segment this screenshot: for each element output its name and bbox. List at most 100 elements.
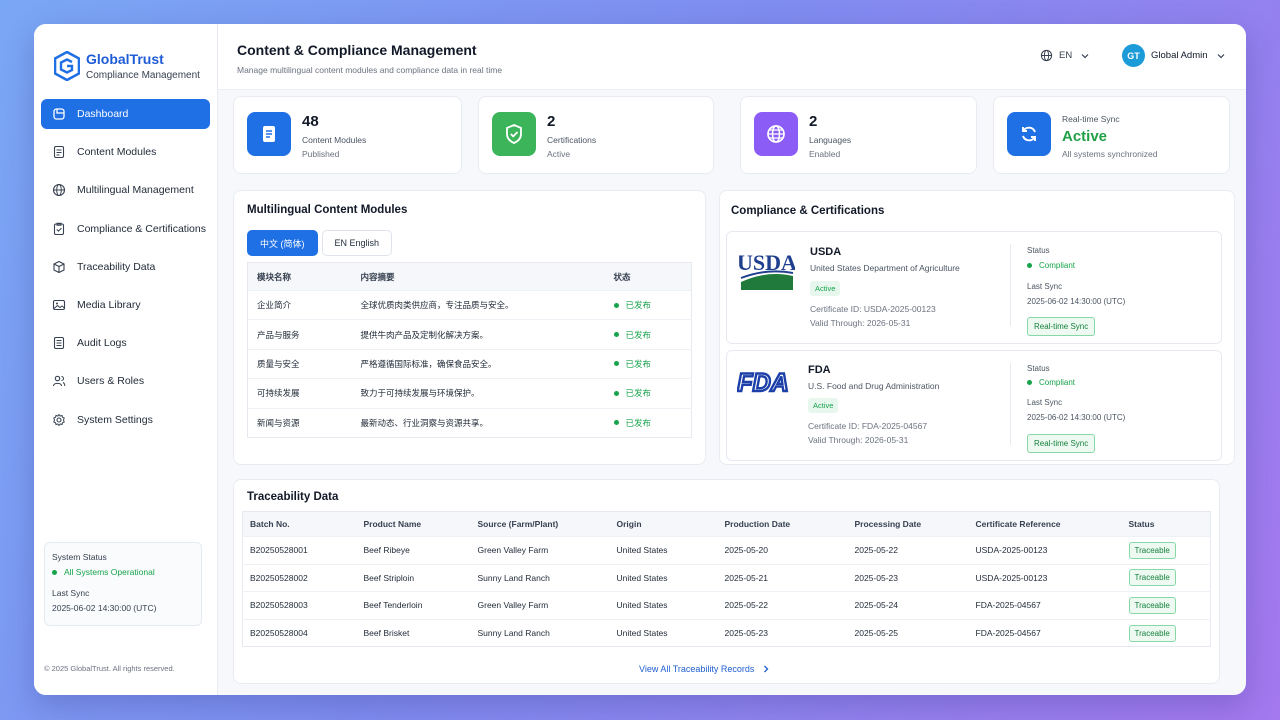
- origin: United States: [609, 618, 718, 647]
- sidebar-item-audit-logs[interactable]: Audit Logs: [41, 328, 210, 358]
- shield-check-icon: [492, 112, 536, 156]
- system-status-panel: System Status All Systems Operational La…: [44, 542, 202, 626]
- table-row[interactable]: 质量与安全 严格遵循国际标准，确保食品安全。 已发布: [247, 348, 692, 379]
- sidebar-item-users[interactable]: Users & Roles: [41, 366, 210, 396]
- main-content: Content & Compliance Management Manage m…: [218, 24, 1246, 695]
- gear-icon: [52, 413, 66, 427]
- view-all-traceability-link[interactable]: View All Traceability Records: [639, 664, 770, 674]
- sidebar-item-media[interactable]: Media Library: [41, 290, 210, 320]
- system-status-text: All Systems Operational: [64, 567, 155, 577]
- brand-name: GlobalTrust: [86, 51, 164, 67]
- status-dot-icon: [613, 302, 619, 308]
- sidebar-item-multilingual[interactable]: Multilingual Management: [41, 175, 210, 205]
- certificate-reference: FDA-2025-04567: [968, 618, 1122, 647]
- stat-label: Real-time Sync: [1062, 114, 1120, 124]
- table-row[interactable]: B20250528001 Beef Ribeye Green Valley Fa…: [242, 536, 1211, 565]
- processing-date: 2025-05-24: [847, 591, 969, 620]
- cert-id: Certificate ID: USDA-2025-00123: [810, 304, 936, 314]
- cert-meta: Certificate ID: USDA-2025-00123 Valid Th…: [810, 302, 936, 330]
- module-summary: 致力于可持续发展与环境保护。: [351, 378, 605, 409]
- stat-value: 2: [809, 113, 818, 130]
- table-row[interactable]: B20250528002 Beef Striploin Sunny Land R…: [242, 563, 1211, 592]
- batch-no: B20250528003: [242, 591, 357, 620]
- file-list-icon: [52, 336, 66, 350]
- last-sync-label: Last Sync: [52, 588, 90, 598]
- module-status-label: 已发布: [625, 358, 652, 369]
- table-row[interactable]: B20250528004 Beef Brisket Sunny Land Ran…: [242, 618, 1211, 647]
- column-header: Batch No.: [242, 511, 357, 537]
- chevron-right-icon: [764, 665, 769, 673]
- status-dot-icon: [1027, 380, 1032, 385]
- table-row[interactable]: 可持续发展 致力于可持续发展与环境保护。 已发布: [247, 378, 692, 409]
- language-tabs: 中文 (简体) EN English: [247, 230, 692, 256]
- brand-subtitle: Compliance Management: [86, 70, 200, 81]
- user-name: Global Admin: [1151, 50, 1208, 61]
- stat-label: Content Modules: [302, 135, 367, 145]
- sidebar-item-content-modules[interactable]: Content Modules: [41, 137, 210, 167]
- product-name: Beef Ribeye: [356, 536, 471, 565]
- language-selector[interactable]: EN: [1040, 49, 1089, 62]
- table-row[interactable]: 新闻与资源 最新动态、行业洞察与资源共享。 已发布: [247, 407, 692, 438]
- sidebar-item-traceability[interactable]: Traceability Data: [41, 252, 210, 282]
- table-row[interactable]: 产品与服务 提供牛肉产品及定制化解决方案。 已发布: [247, 319, 692, 350]
- module-status-label: 已发布: [625, 388, 652, 399]
- origin: United States: [609, 591, 718, 620]
- column-header: 模块名称: [247, 262, 352, 291]
- module-status-label: 已发布: [625, 417, 652, 428]
- sidebar-item-compliance[interactable]: Compliance & Certifications: [41, 214, 210, 244]
- view-all-label: View All Traceability Records: [639, 664, 755, 674]
- status-cell: Traceable: [1121, 536, 1211, 565]
- stat-card-languages[interactable]: 2 Languages Enabled: [740, 96, 977, 174]
- cert-card-usda[interactable]: USDA USDA United States Department of Ag…: [726, 231, 1222, 344]
- status-dot-icon: [613, 332, 619, 338]
- sidebar-item-dashboard[interactable]: Dashboard: [41, 99, 210, 129]
- column-header: Source (Farm/Plant): [470, 511, 610, 537]
- sidebar-item-settings[interactable]: System Settings: [41, 405, 210, 435]
- divider: [1010, 363, 1011, 445]
- divider: [1010, 244, 1011, 326]
- document-icon: [52, 145, 66, 159]
- product-name: Beef Striploin: [356, 563, 471, 592]
- table-row[interactable]: B20250528003 Beef Tenderloin Green Valle…: [242, 591, 1211, 620]
- cert-name: USDA: [810, 246, 842, 258]
- cert-sync-label: Last Sync: [1027, 282, 1063, 291]
- table-header-row: Batch No. Product Name Source (Farm/Plan…: [242, 511, 1211, 537]
- processing-date: 2025-05-25: [847, 618, 969, 647]
- table-row[interactable]: 企业简介 全球优质肉类供应商，专注品质与安全。 已发布: [247, 289, 692, 320]
- table-header-row: 模块名称 内容摘要 状态: [247, 262, 692, 291]
- column-header: Origin: [609, 511, 718, 537]
- column-header: Processing Date: [847, 511, 969, 537]
- sidebar-item-label: Content Modules: [77, 146, 157, 159]
- box-icon: [52, 260, 66, 274]
- stat-card-sync[interactable]: Real-time Sync Active All systems synchr…: [993, 96, 1230, 174]
- stat-card-content-modules[interactable]: 48 Content Modules Published: [233, 96, 462, 174]
- status-dot-icon: [613, 390, 619, 396]
- module-status: 已发布: [604, 289, 692, 320]
- cert-valid: Valid Through: 2026-05-31: [810, 318, 911, 328]
- modules-title: Multilingual Content Modules: [247, 204, 408, 216]
- system-status-title: System Status: [52, 552, 107, 562]
- module-name: 新闻与资源: [247, 407, 352, 438]
- origin: United States: [609, 536, 718, 565]
- traceability-title: Traceability Data: [247, 491, 339, 503]
- cert-card-fda[interactable]: FDA FDA U.S. Food and Drug Administratio…: [726, 350, 1222, 461]
- realtime-sync-button[interactable]: Real-time Sync: [1027, 317, 1096, 336]
- user-menu[interactable]: GT Global Admin: [1122, 44, 1225, 67]
- users-icon: [52, 374, 66, 388]
- stat-value: Active: [1062, 128, 1108, 145]
- module-name: 企业简介: [247, 289, 352, 320]
- tab-english[interactable]: EN English: [321, 230, 393, 256]
- cert-valid: Valid Through: 2026-05-31: [808, 435, 909, 445]
- globe-icon: [754, 112, 798, 156]
- status-dot-icon: [1027, 263, 1032, 268]
- module-summary: 提供牛肉产品及定制化解决方案。: [351, 319, 605, 350]
- tab-chinese[interactable]: 中文 (简体): [247, 230, 318, 256]
- realtime-sync-button[interactable]: Real-time Sync: [1027, 434, 1096, 453]
- brand[interactable]: GlobalTrust Compliance Management: [34, 24, 217, 90]
- cert-status-text: Compliant: [1039, 378, 1076, 387]
- modules-table: 模块名称 内容摘要 状态 企业简介 全球优质肉类供应商，专注品质与安全。 已发布…: [247, 262, 692, 438]
- module-status: 已发布: [604, 407, 692, 438]
- source: Sunny Land Ranch: [470, 618, 610, 647]
- stat-card-certifications[interactable]: 2 Certifications Active: [478, 96, 714, 174]
- status-dot-icon: [613, 361, 619, 367]
